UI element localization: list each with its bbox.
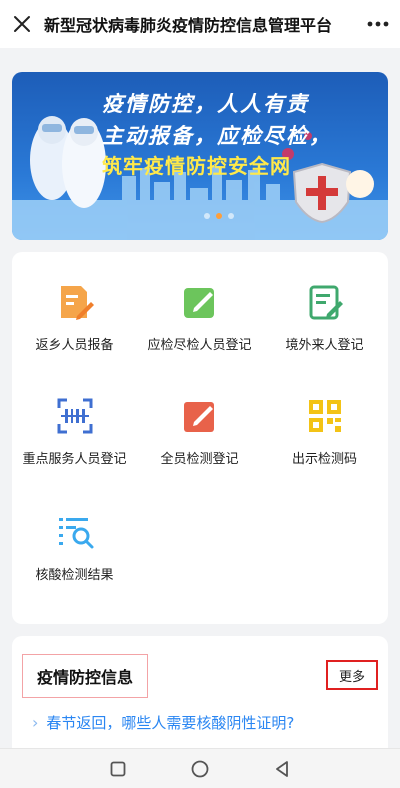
banner-line-1: 疫情防控，人人有责 xyxy=(102,92,309,116)
grid-item-return-report[interactable]: 返乡人员报备 xyxy=(12,258,137,358)
info-card: 疫情防控信息 更多 › 春节返回，哪些人需要核酸阴性证明? xyxy=(12,636,388,748)
back-button[interactable] xyxy=(262,749,302,788)
more-dots-icon xyxy=(367,21,389,27)
carousel-indicator xyxy=(204,213,234,219)
triangle-back-icon xyxy=(276,761,288,777)
grid-item-key-service[interactable]: 重点服务人员登记 xyxy=(12,372,137,472)
home-button[interactable] xyxy=(180,749,220,788)
more-button[interactable]: 更多 xyxy=(326,660,378,690)
grid-item-label: 重点服务人员登记 xyxy=(22,452,127,467)
promo-banner[interactable]: 疫情防控，人人有责 主动报备，应检尽检， 筑牢疫情防控安全网 xyxy=(12,72,388,240)
chevron-right-icon: › xyxy=(32,713,39,732)
info-list-item[interactable]: › 春节返回，哪些人需要核酸阴性证明? xyxy=(32,712,294,733)
banner-line-3: 筑牢疫情防控安全网 xyxy=(102,154,291,178)
carousel-dot xyxy=(228,213,234,219)
scan-icon xyxy=(57,398,92,434)
close-button[interactable] xyxy=(0,0,44,48)
grid-item-full-test[interactable]: 全员检测登记 xyxy=(137,372,262,472)
page-title: 新型冠状病毒肺炎疫情防控信息管理平台 xyxy=(44,16,333,35)
grid-item-label: 返乡人员报备 xyxy=(35,338,114,353)
grid-item-nucleic-result[interactable]: 核酸检测结果 xyxy=(12,488,137,588)
search-list-icon xyxy=(58,518,93,549)
edit-box-icon xyxy=(183,402,214,432)
circle-icon xyxy=(191,760,209,778)
recent-apps-button[interactable] xyxy=(98,749,138,788)
carousel-dot xyxy=(204,213,210,219)
pencil-square-icon xyxy=(183,288,214,318)
function-grid: 返乡人员报备 应检尽检人员登记 境外来人登记 重点服务人员登记 全员检测登记 出… xyxy=(12,252,388,624)
system-navbar xyxy=(0,748,400,788)
info-item-text: 春节返回，哪些人需要核酸阴性证明? xyxy=(46,714,295,732)
clipboard-edit-icon xyxy=(309,285,343,320)
carousel-dot-active xyxy=(216,213,222,219)
close-icon xyxy=(14,16,30,32)
grid-item-label: 全员检测登记 xyxy=(160,452,239,467)
qr-code-icon xyxy=(308,400,341,432)
grid-item-show-code[interactable]: 出示检测码 xyxy=(262,372,387,472)
banner-line-2: 主动报备，应检尽检， xyxy=(102,124,332,148)
grid-item-label: 境外来人登记 xyxy=(285,338,364,353)
info-title: 疫情防控信息 xyxy=(36,668,133,687)
square-icon xyxy=(110,761,126,777)
grid-item-label: 核酸检测结果 xyxy=(35,568,114,583)
grid-item-test-register[interactable]: 应检尽检人员登记 xyxy=(137,258,262,358)
info-title-box: 疫情防控信息 xyxy=(22,654,148,698)
grid-item-label: 出示检测码 xyxy=(291,452,357,467)
more-menu-button[interactable] xyxy=(356,0,400,48)
content-area: 疫情防控，人人有责 主动报备，应检尽检， 筑牢疫情防控安全网 返乡人员报备 应检… xyxy=(0,48,400,748)
document-edit-icon xyxy=(60,286,94,320)
title-bar: 新型冠状病毒肺炎疫情防控信息管理平台 xyxy=(0,0,400,48)
grid-item-label: 应检尽检人员登记 xyxy=(147,338,252,353)
grid-item-overseas-register[interactable]: 境外来人登记 xyxy=(262,258,387,358)
